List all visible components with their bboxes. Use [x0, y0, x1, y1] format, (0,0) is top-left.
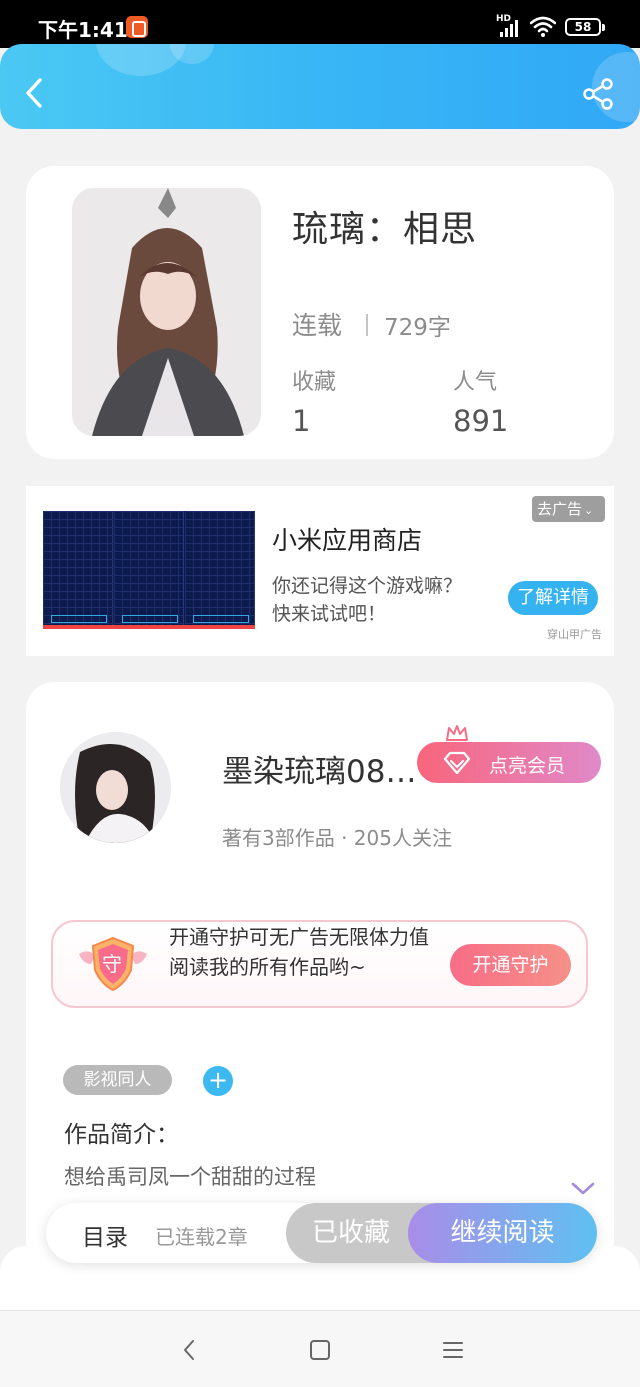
ad-panel [185, 511, 255, 629]
collect-label: 收藏 [292, 370, 337, 395]
guard-description: 开通守护可无广告无限体力值阅读我的所有作品哟~ [169, 925, 429, 979]
plus-icon[interactable]: + [203, 1066, 233, 1096]
intro-text: 想给禹司凤一个甜甜的过程 [64, 1165, 316, 1189]
ad-desc-line: 你还记得这个游戏嘛？ [272, 575, 463, 597]
nav-home-icon[interactable] [307, 1337, 333, 1363]
ad-image[interactable] [43, 511, 255, 629]
ad-source: 穿山甲广告 [547, 628, 602, 641]
book-cover[interactable] [72, 188, 261, 436]
ad-panel [43, 511, 113, 629]
signal-icon [500, 19, 522, 37]
tag-chip[interactable]: 影视同人 [63, 1065, 172, 1095]
ad-decor [122, 615, 178, 623]
ad-decor [43, 625, 255, 629]
ad-title: 小米应用商店 [272, 526, 423, 555]
status-time: 下午1:41 [38, 18, 128, 42]
ad-decor [193, 615, 249, 623]
top-header [0, 44, 640, 129]
wifi-icon [530, 16, 556, 37]
continue-reading-button[interactable]: 继续阅读 [408, 1203, 597, 1263]
battery-indicator: 58 [565, 18, 605, 36]
ad-details-button[interactable]: 了解详情 [508, 581, 598, 615]
remove-ad-button[interactable]: 去广告 ⌄ [532, 496, 605, 522]
ad-description: 你还记得这个游戏嘛？ 快来试试吧！ [272, 572, 502, 628]
intro-title: 作品简介： [64, 1122, 179, 1148]
collect-count: 1 [292, 404, 311, 438]
status-bar: 下午1:41 HD 58 [0, 0, 640, 48]
book-status: 连载 [292, 311, 343, 340]
back-icon[interactable] [18, 76, 52, 110]
divider [366, 314, 368, 336]
nav-back-icon[interactable] [177, 1337, 203, 1363]
book-title: 琉璃：相思 [292, 209, 478, 250]
vip-label: 点亮会员 [489, 755, 566, 777]
nav-menu-icon[interactable] [440, 1337, 466, 1363]
share-icon[interactable] [580, 76, 616, 112]
guard-badge-text: 守 [102, 952, 122, 976]
ad-decor [51, 615, 107, 623]
app-notification-icon [126, 16, 148, 38]
crown-icon [446, 725, 468, 741]
cover-illustration [72, 188, 261, 436]
ad-desc-line: 快来试试吧！ [272, 603, 387, 625]
book-info-card: 琉璃：相思 连载 729字 收藏 人气 1 891 [26, 166, 614, 459]
popularity-count: 891 [453, 404, 509, 438]
chapter-count: 已连载2章 [155, 1225, 248, 1249]
chevron-down-icon: ⌄ [584, 504, 594, 517]
author-avatar[interactable] [60, 732, 171, 843]
ad-panel [114, 511, 184, 629]
ad-banner[interactable]: 小米应用商店 你还记得这个游戏嘛？ 快来试试吧！ 去广告 ⌄ 了解详情 穿山甲广告 [26, 486, 614, 656]
chevron-down-icon[interactable] [571, 1182, 595, 1196]
book-word-count: 729字 [384, 315, 451, 341]
popularity-label: 人气 [453, 370, 498, 395]
vip-button[interactable]: 点亮会员 [417, 742, 601, 783]
author-name[interactable]: 墨染琉璃08… [222, 746, 416, 791]
remove-ad-label: 去广告 [537, 500, 583, 518]
avatar-illustration [60, 732, 171, 843]
diamond-icon [443, 751, 471, 775]
action-bar: 目录 已连载2章 已收藏 继续阅读 [46, 1203, 597, 1263]
system-nav-bar [0, 1310, 640, 1387]
guard-banner: 守 开通守护可无广告无限体力值阅读我的所有作品哟~ 开通守护 [51, 920, 588, 1008]
open-guard-button[interactable]: 开通守护 [450, 944, 571, 986]
author-meta: 著有3部作品 · 205人关注 [222, 826, 452, 850]
toc-button[interactable]: 目录 [82, 1218, 128, 1252]
